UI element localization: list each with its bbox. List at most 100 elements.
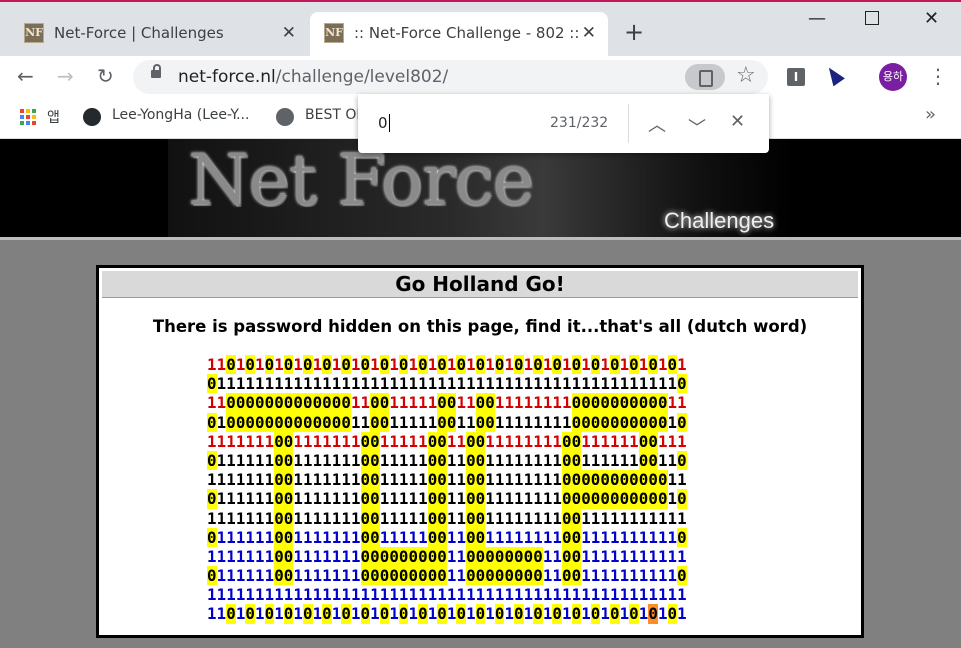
- match-digit: 0: [235, 412, 246, 432]
- maximize-icon[interactable]: [865, 11, 879, 25]
- binary-digit: 1: [398, 527, 409, 547]
- binary-digit: 1: [341, 566, 351, 586]
- binary-digit: 1: [466, 585, 476, 605]
- binary-digit: 1: [657, 566, 668, 586]
- menu-icon[interactable]: ⋮: [928, 64, 948, 88]
- binary-digit: 1: [677, 546, 687, 566]
- binary-digit: 1: [667, 489, 678, 509]
- apps-icon[interactable]: [20, 109, 36, 125]
- match-digit: 0: [523, 566, 534, 586]
- binary-digit: 1: [446, 489, 457, 509]
- binary-digit: 1: [514, 489, 524, 509]
- match-digit: 0: [370, 431, 380, 451]
- tab-close-icon[interactable]: ✕: [282, 23, 296, 43]
- binary-digit: 1: [485, 508, 495, 528]
- binary-digit: 1: [350, 566, 361, 586]
- binary-digit: 1: [408, 355, 419, 374]
- binary-digit: 1: [600, 431, 610, 451]
- binary-digit: 1: [648, 546, 658, 566]
- match-digit: 0: [590, 489, 601, 509]
- binary-digit: 1: [322, 508, 332, 528]
- find-divider: [628, 104, 629, 143]
- window-close-icon[interactable]: ✕: [924, 8, 939, 29]
- find-previous-icon[interactable]: ︿: [648, 111, 666, 137]
- binary-digit: 1: [235, 508, 246, 528]
- match-digit: 0: [609, 470, 620, 490]
- binary-digit: 1: [581, 604, 591, 624]
- back-icon[interactable]: ←: [17, 64, 34, 88]
- binary-digit: 1: [216, 546, 227, 566]
- match-digit: 0: [379, 604, 390, 624]
- match-digit: 0: [475, 393, 486, 413]
- match-digit: 0: [379, 412, 390, 432]
- match-digit: 0: [456, 604, 467, 624]
- find-in-page-icon[interactable]: [685, 64, 725, 90]
- binary-digit: 1: [677, 393, 687, 413]
- binary-digit: 1: [504, 489, 514, 509]
- binary-digit: 1: [245, 470, 255, 490]
- binary-digit: 1: [379, 508, 390, 528]
- binary-digit: 1: [466, 412, 476, 432]
- binary-digit: 1: [360, 393, 371, 413]
- binary-digit: 1: [446, 374, 457, 394]
- tab-challenges[interactable]: NF Net-Force | Challenges ✕: [10, 12, 308, 58]
- binary-digit: 1: [590, 546, 601, 566]
- binary-digit: 1: [456, 393, 466, 413]
- find-close-icon[interactable]: ✕: [730, 111, 745, 132]
- forward-icon[interactable]: →: [57, 64, 74, 88]
- binary-digit: 1: [552, 470, 562, 490]
- binary-digit: 1: [667, 527, 678, 547]
- binary-digit: 1: [398, 585, 409, 605]
- binary-digit: 1: [456, 412, 466, 432]
- match-digit: 0: [523, 546, 534, 567]
- extension-cursor-icon[interactable]: [823, 63, 845, 87]
- match-digit: 0: [514, 355, 524, 375]
- binary-digit: 1: [542, 604, 553, 624]
- bookmark-apps[interactable]: 앱: [47, 107, 60, 127]
- new-tab-icon[interactable]: +: [624, 19, 644, 45]
- url-text[interactable]: net-force.nl/challenge/level802/: [178, 67, 448, 87]
- address-bar[interactable]: net-force.nl/challenge/level802/ ☆: [133, 60, 768, 94]
- binary-digit: 1: [542, 546, 553, 566]
- binary-digit: 1: [542, 431, 553, 451]
- reload-icon[interactable]: ↻: [97, 64, 114, 88]
- binary-digit: 1: [667, 470, 678, 490]
- lock-icon[interactable]: [151, 64, 161, 78]
- bookmark-github[interactable]: Lee-YongHa (Lee-Y...: [112, 107, 249, 123]
- match-digit: 0: [648, 470, 658, 490]
- binary-digit: 1: [514, 527, 524, 547]
- match-digit: 0: [494, 355, 505, 375]
- binary-digit: 1: [427, 412, 438, 432]
- binary-digit: 1: [542, 527, 553, 547]
- tab-level802[interactable]: NF :: Net-Force Challenge - 802 :: ✕: [310, 12, 608, 58]
- avatar[interactable]: 용하: [879, 63, 907, 91]
- minimize-icon[interactable]: —: [808, 8, 826, 29]
- bookmark-star-icon[interactable]: ☆: [736, 63, 756, 88]
- match-digit: 0: [427, 489, 438, 509]
- binary-digit: 1: [398, 431, 409, 451]
- match-digit: 0: [418, 566, 428, 586]
- binary-digit: 1: [600, 604, 610, 624]
- match-digit: 0: [667, 604, 678, 624]
- tab-close-icon[interactable]: ✕: [582, 23, 596, 43]
- binary-digit: 1: [619, 604, 630, 624]
- binary-digit: 1: [638, 566, 649, 586]
- binary-digit: 1: [264, 546, 275, 566]
- find-next-icon[interactable]: ﹀: [688, 114, 706, 140]
- binary-digit: 1: [293, 508, 303, 528]
- binary-digit: 1: [312, 527, 323, 547]
- find-input[interactable]: 0: [378, 114, 390, 132]
- binary-digit: 1: [562, 585, 572, 605]
- bookmarks-overflow-icon[interactable]: »: [925, 104, 936, 125]
- bookmark-best-of[interactable]: BEST OF: [305, 107, 364, 123]
- binary-digit: 1: [341, 508, 351, 528]
- binary-digit: 1: [446, 450, 457, 470]
- binary-digit: 1: [255, 450, 265, 470]
- site-banner: Net Force Challenges: [0, 139, 961, 237]
- binary-digit: 1: [398, 374, 409, 394]
- binary-digit: 1: [657, 546, 668, 566]
- binary-digit: 1: [264, 450, 275, 470]
- binary-digit: 1: [398, 412, 409, 432]
- extension-instapaper-icon[interactable]: I: [787, 68, 805, 86]
- binary-digit: 1: [523, 450, 534, 470]
